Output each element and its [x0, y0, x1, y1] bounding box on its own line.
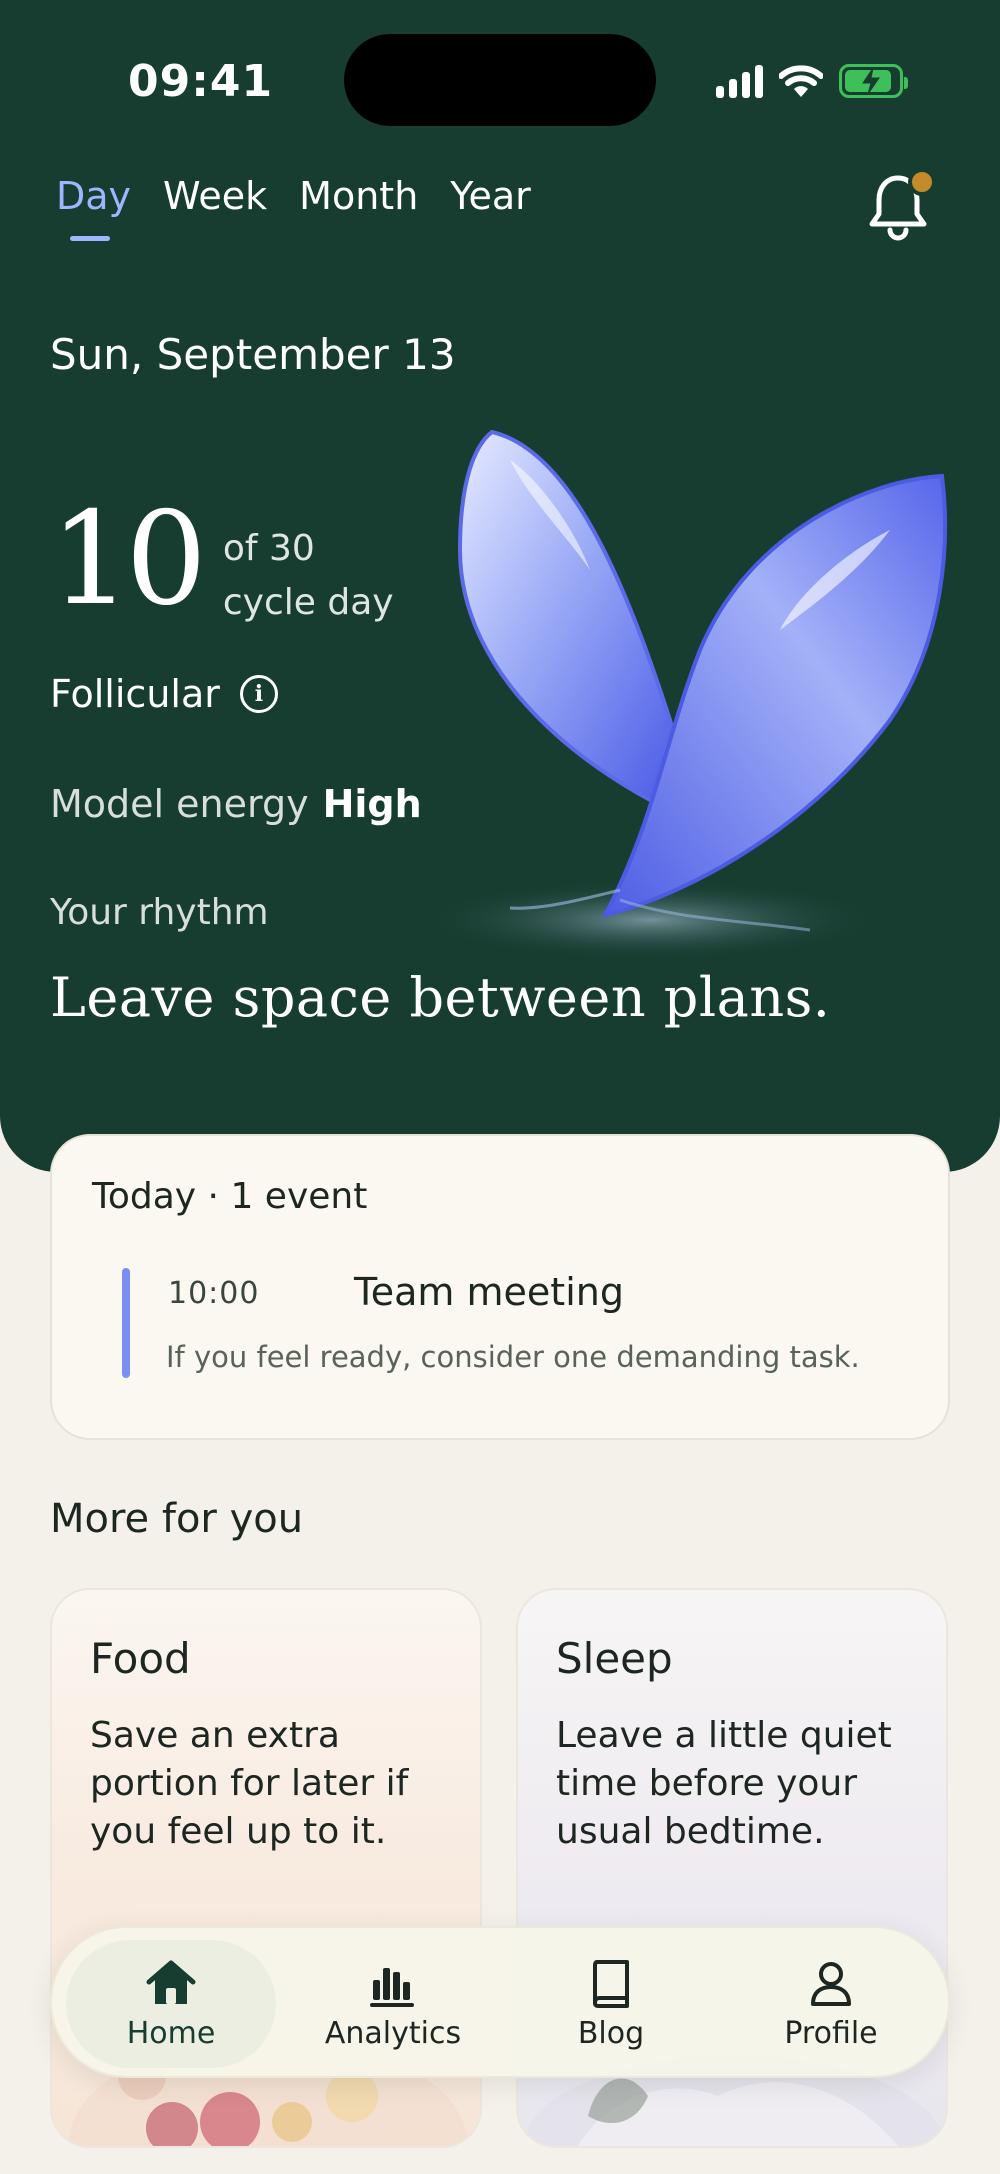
energy-value: High	[322, 782, 422, 826]
status-time: 09:41	[128, 56, 274, 107]
nav-analytics-label: Analytics	[324, 2015, 462, 2051]
analytics-icon	[370, 1967, 414, 2007]
bottom-navigation: Home Analytics Blog Profile	[50, 1926, 950, 2078]
hero-panel: 09:41 Day Week Month Year Sun, September…	[0, 0, 1000, 1172]
cycle-day-number: 10	[50, 485, 207, 634]
energy-label: Model energy	[50, 782, 309, 826]
tab-year[interactable]: Year	[450, 174, 530, 218]
today-events-card[interactable]: Today · 1 event 10:00 Team meeting If yo…	[50, 1134, 950, 1440]
tab-day[interactable]: Day	[56, 174, 131, 241]
nav-profile[interactable]: Profile	[726, 1940, 936, 2068]
battery-icon	[839, 64, 908, 98]
phase-label: Follicular	[50, 672, 220, 716]
energy-row: Model energy High	[50, 782, 422, 826]
dynamic-island	[344, 34, 656, 126]
current-date: Sun, September 13	[50, 330, 456, 379]
event-name: Team meeting	[354, 1270, 624, 1314]
cycle-unit: cycle day	[222, 582, 394, 623]
food-card-title: Food	[90, 1634, 191, 1683]
wifi-icon	[779, 65, 823, 97]
event-note: If you feel ready, consider one demandin…	[166, 1340, 860, 1374]
info-icon[interactable]: i	[239, 675, 278, 713]
nav-home-label: Home	[126, 2015, 216, 2051]
event-time: 10:00	[168, 1276, 260, 1311]
nav-profile-label: Profile	[784, 2015, 878, 2051]
notification-dot	[908, 168, 936, 196]
rhythm-label: Your rhythm	[50, 892, 269, 933]
cellular-signal-icon	[716, 64, 763, 98]
cycle-total: of 30	[222, 528, 315, 569]
tab-week[interactable]: Week	[163, 174, 267, 218]
app-screen: 09:41 Day Week Month Year Sun, September…	[0, 0, 1000, 2174]
leaf-illustration	[420, 429, 948, 960]
profile-icon	[811, 1961, 851, 2006]
tab-month[interactable]: Month	[299, 174, 418, 218]
status-icons	[716, 62, 908, 98]
book-icon	[593, 1959, 629, 2008]
cycle-day-display: 10 of 30 cycle day	[50, 496, 394, 630]
event-indicator	[122, 1268, 130, 1378]
home-icon	[146, 1960, 196, 2004]
sleep-card-title: Sleep	[556, 1634, 673, 1683]
today-title: Today · 1 event	[92, 1176, 368, 1217]
sleep-card-text: Leave a little quiet time before your us…	[556, 1715, 892, 1852]
more-for-you-heading: More for you	[50, 1496, 304, 1542]
nav-analytics[interactable]: Analytics	[288, 1940, 498, 2068]
period-tabs: Day Week Month Year	[56, 174, 531, 241]
nav-blog[interactable]: Blog	[506, 1940, 716, 2068]
nav-blog-label: Blog	[577, 2015, 645, 2051]
nav-home[interactable]: Home	[66, 1940, 276, 2068]
cycle-phase: Follicular i	[50, 672, 278, 716]
food-card-text: Save an extra portion for later if you f…	[90, 1715, 409, 1852]
